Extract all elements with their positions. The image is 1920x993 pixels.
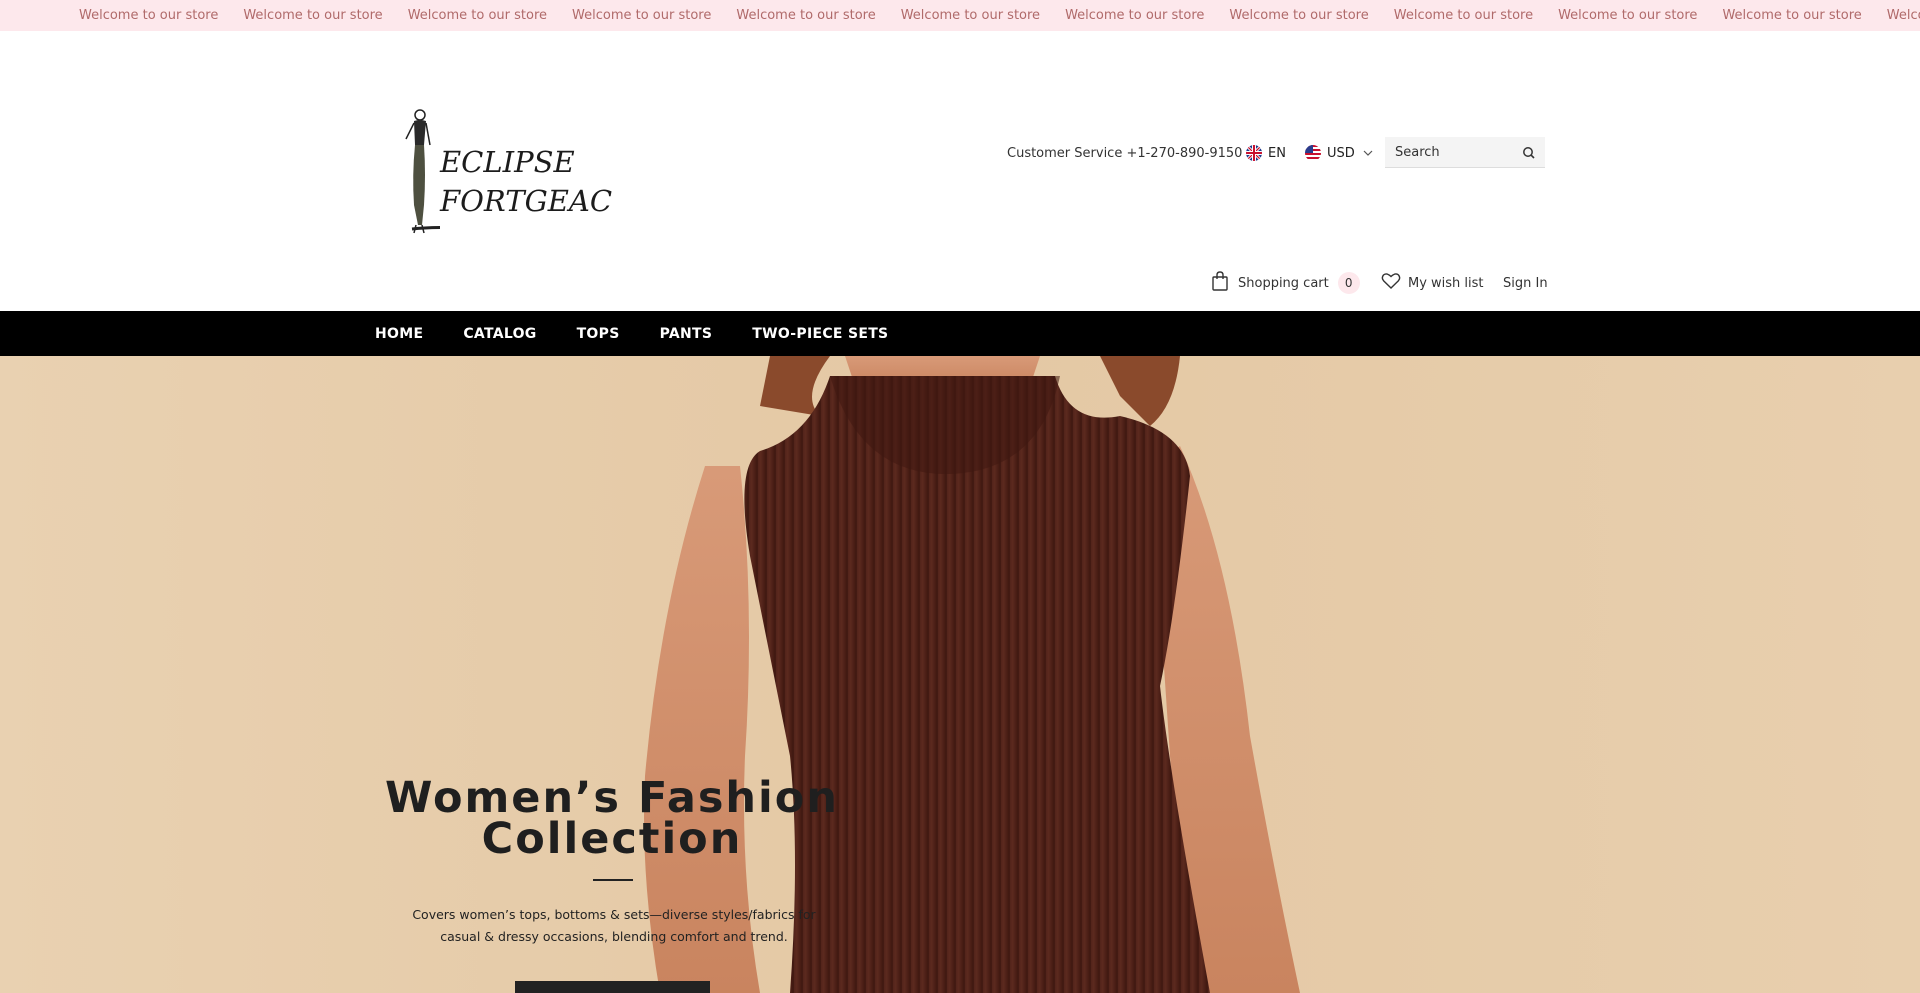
nav-list: HOME CATALOG TOPS PANTS TWO-PIECE SETS: [375, 311, 888, 356]
hero-divider: [593, 879, 633, 881]
customer-service-text: Customer Service +1-270-890-9150: [1007, 145, 1243, 161]
announcement-item: Welcome to our store: [1558, 8, 1698, 23]
cart-count-badge: 0: [1337, 272, 1360, 294]
announcement-item: Welcome to our store: [1229, 8, 1369, 23]
uk-flag-icon: [1246, 145, 1262, 161]
hero-title-line-1: Women’s Fashion: [385, 773, 839, 823]
wishlist-label: My wish list: [1408, 275, 1484, 291]
announcement-item: Welcome to our store: [243, 8, 383, 23]
shopping-cart-label: Shopping cart: [1238, 275, 1329, 291]
hero-cta-button[interactable]: [515, 981, 710, 993]
hero-image: [0, 356, 1920, 993]
chevron-down-icon: [1363, 148, 1373, 159]
hero-description: Covers women’s tops, bottoms & sets—dive…: [394, 904, 834, 948]
announcement-item: Welcome to our store: [79, 8, 219, 23]
announcement-bar: Welcome to our store Welcome to our stor…: [0, 0, 1920, 31]
announcement-item: Welcome to our store: [572, 8, 712, 23]
search-input[interactable]: [1385, 137, 1515, 167]
shopping-bag-icon: [1211, 271, 1229, 295]
store-logo[interactable]: ECLIPSE FORTGEAC: [400, 105, 612, 235]
hero-description-line-1: Covers women’s tops, bottoms & sets—dive…: [412, 907, 816, 922]
main-navigation: HOME CATALOG TOPS PANTS TWO-PIECE SETS: [0, 311, 1920, 356]
hero-title: Women’s Fashion Collection: [380, 773, 844, 864]
heart-icon: [1381, 272, 1401, 294]
announcement-item: Welcome to our store: [1886, 8, 1920, 23]
language-selector[interactable]: EN: [1246, 142, 1286, 164]
currency-selector[interactable]: USD: [1305, 142, 1373, 164]
nav-item-two-piece-sets[interactable]: TWO-PIECE SETS: [752, 326, 888, 342]
currency-label: USD: [1327, 145, 1355, 161]
language-label: EN: [1268, 145, 1286, 161]
announcement-track: Welcome to our store Welcome to our stor…: [79, 8, 1920, 23]
logo-wordmark: ECLIPSE FORTGEAC: [440, 143, 612, 221]
nav-item-home[interactable]: HOME: [375, 326, 423, 342]
nav-item-tops[interactable]: TOPS: [577, 326, 620, 342]
nav-item-pants[interactable]: PANTS: [660, 326, 713, 342]
hero-banner: Women’s Fashion Collection Covers women’…: [0, 356, 1920, 993]
announcement-item: Welcome to our store: [736, 8, 876, 23]
shopping-cart-link[interactable]: Shopping cart 0: [1211, 271, 1360, 295]
hero-title-line-2: Collection: [481, 814, 743, 864]
logo-line-1: ECLIPSE: [440, 145, 575, 179]
nav-item-catalog[interactable]: CATALOG: [463, 326, 536, 342]
us-flag-icon: [1305, 145, 1321, 161]
wishlist-link[interactable]: My wish list: [1381, 272, 1484, 294]
logo-line-2: FORTGEAC: [440, 184, 613, 218]
search-box: [1385, 137, 1545, 168]
logo-figure-icon: [405, 109, 440, 234]
announcement-item: Welcome to our store: [900, 8, 1041, 23]
hero-description-line-2: casual & dressy occasions, blending comf…: [440, 929, 788, 944]
announcement-item: Welcome to our store: [1722, 8, 1862, 23]
announcement-item: Welcome to our store: [407, 8, 548, 23]
sign-in-link[interactable]: Sign In: [1503, 272, 1548, 294]
search-icon[interactable]: [1521, 145, 1537, 161]
announcement-item: Welcome to our store: [1065, 8, 1205, 23]
announcement-item: Welcome to our store: [1393, 8, 1534, 23]
